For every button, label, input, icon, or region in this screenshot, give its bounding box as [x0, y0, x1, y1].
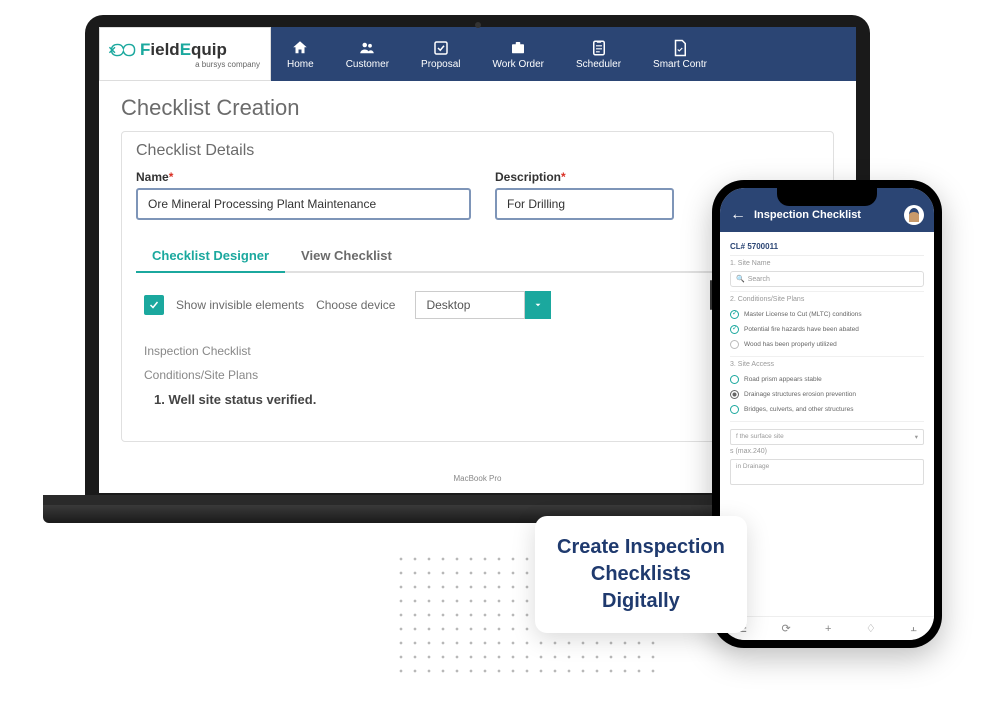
tab-view-checklist[interactable]: View Checklist — [285, 240, 408, 271]
chart-icon[interactable]: ⫠ — [910, 622, 917, 635]
show-invisible-label: Show invisible elements — [176, 298, 304, 312]
designer-preview: Inspection Checklist Conditions/Site Pla… — [144, 339, 811, 413]
avatar[interactable] — [904, 205, 924, 225]
dropdown-field[interactable]: f the surface site▾ — [730, 429, 924, 445]
nav-scheduler[interactable]: Scheduler — [560, 27, 637, 81]
name-input[interactable] — [136, 188, 471, 220]
nav-customer[interactable]: Customer — [330, 27, 405, 81]
app-header: FieldEquip a bursys company Home Custome… — [99, 27, 856, 81]
chevron-down-icon: ▾ — [915, 433, 918, 441]
text-field[interactable]: in Drainage — [730, 459, 924, 485]
logo-tagline: a bursys company — [108, 60, 262, 69]
section-site-access: 3. Site Access — [730, 361, 924, 368]
bell-icon[interactable]: ♢ — [866, 622, 876, 635]
radio-icon — [730, 405, 739, 414]
list-item[interactable]: Road prism appears stable — [730, 372, 924, 387]
device-select[interactable]: Desktop — [415, 291, 551, 319]
back-icon[interactable]: ← — [730, 206, 746, 224]
chevron-down-icon — [525, 291, 551, 319]
radio-icon — [730, 340, 739, 349]
section-site-name: 1. Site Name — [730, 260, 924, 267]
list-item[interactable]: Master License to Cut (MLTC) conditions — [730, 307, 924, 322]
page-title: Checklist Creation — [121, 95, 834, 121]
phone-bottom-nav: ☰ ⟳ + ♢ ⫠ — [720, 616, 934, 640]
caption-card: Create Inspection Checklists Digitally — [535, 516, 747, 633]
check-icon — [730, 310, 739, 319]
list-item[interactable]: Potential fire hazards have been abated — [730, 322, 924, 337]
nav-work-order[interactable]: Work Order — [477, 27, 561, 81]
name-label: Name* — [136, 170, 471, 184]
list-item[interactable]: Bridges, culverts, and other structures — [730, 402, 924, 417]
tab-checklist-designer[interactable]: Checklist Designer — [136, 240, 285, 271]
nav-proposal[interactable]: Proposal — [405, 27, 476, 81]
radio-icon — [730, 375, 739, 384]
nav-smart-contract[interactable]: Smart Contr — [637, 27, 723, 81]
logo[interactable]: FieldEquip a bursys company — [99, 27, 271, 81]
list-item[interactable]: Wood has been properly utilized — [730, 337, 924, 352]
add-icon[interactable]: + — [825, 623, 831, 635]
description-label: Description* — [495, 170, 674, 184]
radio-filled-icon — [730, 390, 739, 399]
phone-title: Inspection Checklist — [754, 209, 896, 221]
checklist-number: CL# 5700011 — [730, 238, 924, 256]
section-conditions: 2. Conditions/Site Plans — [730, 296, 924, 303]
description-input[interactable] — [495, 188, 674, 220]
fieldequip-icon — [108, 41, 136, 59]
nav-home[interactable]: Home — [271, 27, 330, 81]
sync-icon[interactable]: ⟳ — [781, 622, 790, 635]
show-invisible-checkbox[interactable] — [144, 295, 164, 315]
panel-title: Checklist Details — [136, 142, 819, 160]
check-icon — [730, 325, 739, 334]
laptop-brand-label: MacBook Pro — [453, 474, 501, 483]
list-item[interactable]: Drainage structures erosion prevention — [730, 387, 924, 402]
search-icon: 🔍 — [736, 275, 745, 283]
search-input[interactable]: 🔍Search — [730, 271, 924, 287]
choose-device-label: Choose device — [316, 298, 395, 312]
